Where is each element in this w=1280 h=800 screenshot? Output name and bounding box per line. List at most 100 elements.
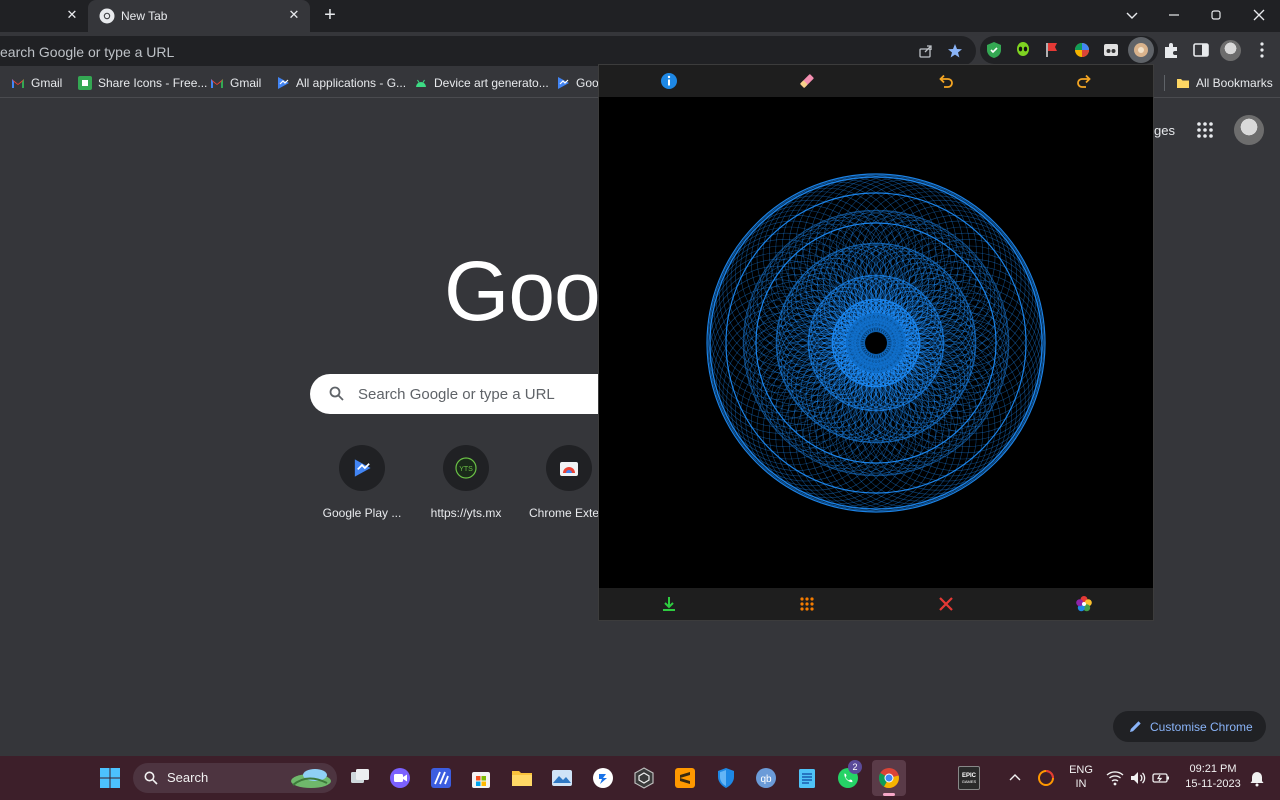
- play-console-icon: [558, 77, 569, 89]
- notifications-icon[interactable]: [1249, 769, 1265, 787]
- whatsapp-button[interactable]: 2: [836, 760, 862, 790]
- bookmark-goo[interactable]: Goo: [556, 68, 599, 98]
- shortcut-icon-bg: YTS: [443, 445, 489, 491]
- sublime-text-icon[interactable]: [673, 766, 697, 790]
- tray-chevron-up-icon[interactable]: [1009, 772, 1021, 782]
- side-panel-icon[interactable]: [1191, 40, 1211, 60]
- bookmark-all-applications[interactable]: All applications - G...: [276, 68, 406, 98]
- play-console-icon: [278, 77, 289, 89]
- search-placeholder: Search Google or type a URL: [358, 386, 555, 403]
- bookmark-star-icon[interactable]: [947, 43, 963, 59]
- whatsapp-badge: 2: [848, 760, 862, 774]
- omnibox-text: earch Google or type a URL: [0, 44, 175, 60]
- gmail-icon: [12, 79, 24, 88]
- spirograph-extension-icon: [1134, 43, 1148, 57]
- epic-games-icon[interactable]: EPIC GAMES: [958, 766, 980, 790]
- all-bookmarks-folder[interactable]: All Bookmarks: [1176, 68, 1273, 98]
- ntp-account-avatar[interactable]: [1234, 115, 1264, 145]
- chrome-icon: [878, 768, 899, 788]
- yts-icon: YTS: [455, 457, 477, 479]
- language-code: ENG: [1069, 764, 1093, 776]
- shortcut-label: https://yts.mx: [430, 506, 502, 520]
- app-icon-tm[interactable]: [429, 766, 453, 790]
- apps-grid-icon[interactable]: [1196, 121, 1214, 139]
- bookmark-gmail-2[interactable]: Gmail: [210, 68, 261, 98]
- close-window-button[interactable]: [1238, 0, 1280, 30]
- photos-app-icon[interactable]: [550, 766, 574, 790]
- puzzle-extensions-icon[interactable]: [1161, 40, 1181, 60]
- spirograph-popup: [598, 64, 1154, 621]
- info-icon[interactable]: [659, 71, 679, 91]
- prev-tab-close-icon[interactable]: ✕: [64, 7, 80, 23]
- customise-chrome-button[interactable]: Customise Chrome: [1113, 711, 1266, 742]
- download-icon[interactable]: [659, 594, 679, 614]
- flag-extension-icon[interactable]: [1042, 40, 1062, 60]
- clear-icon[interactable]: [936, 594, 956, 614]
- spy-extension-icon[interactable]: [1101, 40, 1121, 60]
- wifi-icon[interactable]: [1106, 770, 1124, 786]
- meet-app-icon[interactable]: [388, 766, 412, 790]
- minimize-button[interactable]: [1153, 0, 1195, 30]
- defender-icon[interactable]: [714, 766, 738, 790]
- file-explorer-icon[interactable]: [510, 766, 534, 790]
- taskbar-search[interactable]: Search: [133, 763, 337, 793]
- patterns-grid-icon[interactable]: [797, 594, 817, 614]
- color-palette-icon[interactable]: [1074, 594, 1094, 614]
- omnibox[interactable]: earch Google or type a URL: [0, 36, 976, 66]
- eraser-icon[interactable]: [797, 71, 817, 91]
- bookmark-gmail[interactable]: Gmail: [11, 68, 62, 98]
- popup-bottom-toolbar: [599, 588, 1153, 620]
- bookmark-device-art[interactable]: Device art generato...: [414, 68, 549, 98]
- bookmark-label: All applications - G...: [296, 76, 407, 90]
- bookmark-share-icons[interactable]: Share Icons - Free...: [78, 68, 207, 98]
- svg-text:GAMES: GAMES: [962, 779, 977, 784]
- volume-icon[interactable]: [1129, 770, 1147, 786]
- shield-extension-icon[interactable]: [984, 40, 1004, 60]
- chrome-taskbar-button[interactable]: [872, 760, 906, 796]
- clock-date: 15-11-2023: [1185, 778, 1241, 790]
- bookmark-label: Gmail: [31, 76, 63, 90]
- redo-icon[interactable]: [1074, 71, 1094, 91]
- google-logo: Goo: [444, 244, 601, 338]
- clock-time: 09:21 PM: [1189, 763, 1237, 775]
- shortcut-icon-bg: [339, 445, 385, 491]
- pencil-icon: [1130, 721, 1141, 732]
- svg-text:YTS: YTS: [459, 466, 473, 473]
- input-language[interactable]: ENG IN: [1066, 764, 1096, 790]
- chrome-web-store-icon: [560, 462, 578, 476]
- share-icon[interactable]: [918, 43, 934, 59]
- new-tab-button[interactable]: +: [318, 4, 342, 28]
- windows-start-icon[interactable]: [98, 766, 122, 790]
- spiro-center: [865, 332, 887, 354]
- notepad-icon[interactable]: [795, 766, 819, 790]
- popup-top-toolbar: [599, 65, 1153, 97]
- clock[interactable]: 09:21 PM 15-11-2023: [1180, 763, 1246, 790]
- shortcut-yts[interactable]: YTS https://yts.mx: [416, 445, 516, 520]
- app-icon-circle[interactable]: [591, 766, 615, 790]
- tab-new-tab[interactable]: New Tab ✕: [88, 0, 310, 32]
- windows-taskbar: Search qb 2 EPIC GAMES ENG IN 09:21 PM 15…: [0, 756, 1280, 800]
- color-picker-extension-icon[interactable]: [1072, 40, 1092, 60]
- alien-extension-icon[interactable]: [1013, 40, 1033, 60]
- chrome-menu-icon[interactable]: [1252, 40, 1272, 60]
- spirograph-extension-button[interactable]: [1128, 37, 1154, 63]
- microsoft-store-icon[interactable]: [469, 766, 493, 790]
- restore-button[interactable]: [1195, 0, 1237, 30]
- battery-icon[interactable]: [1152, 770, 1170, 786]
- spirograph-canvas[interactable]: [599, 97, 1153, 588]
- search-highlight-icon: [291, 769, 331, 788]
- shortcut-google-play[interactable]: Google Play ...: [312, 445, 412, 520]
- profile-avatar[interactable]: [1220, 40, 1241, 61]
- undo-icon[interactable]: [936, 71, 956, 91]
- task-view-icon[interactable]: [348, 766, 372, 790]
- ntp-search-box[interactable]: Search Google or type a URL: [310, 374, 610, 414]
- images-link[interactable]: ges: [1154, 123, 1175, 138]
- tab-search-chevron-icon[interactable]: [1111, 0, 1153, 30]
- tray-app-icon[interactable]: [1036, 768, 1056, 788]
- qbittorrent-icon[interactable]: qb: [754, 766, 778, 790]
- search-icon: [144, 771, 158, 785]
- app-icon-hex[interactable]: [632, 766, 656, 790]
- tab-close-icon[interactable]: ✕: [286, 7, 302, 23]
- all-bookmarks-label: All Bookmarks: [1196, 76, 1273, 90]
- gmail-icon: [211, 79, 223, 88]
